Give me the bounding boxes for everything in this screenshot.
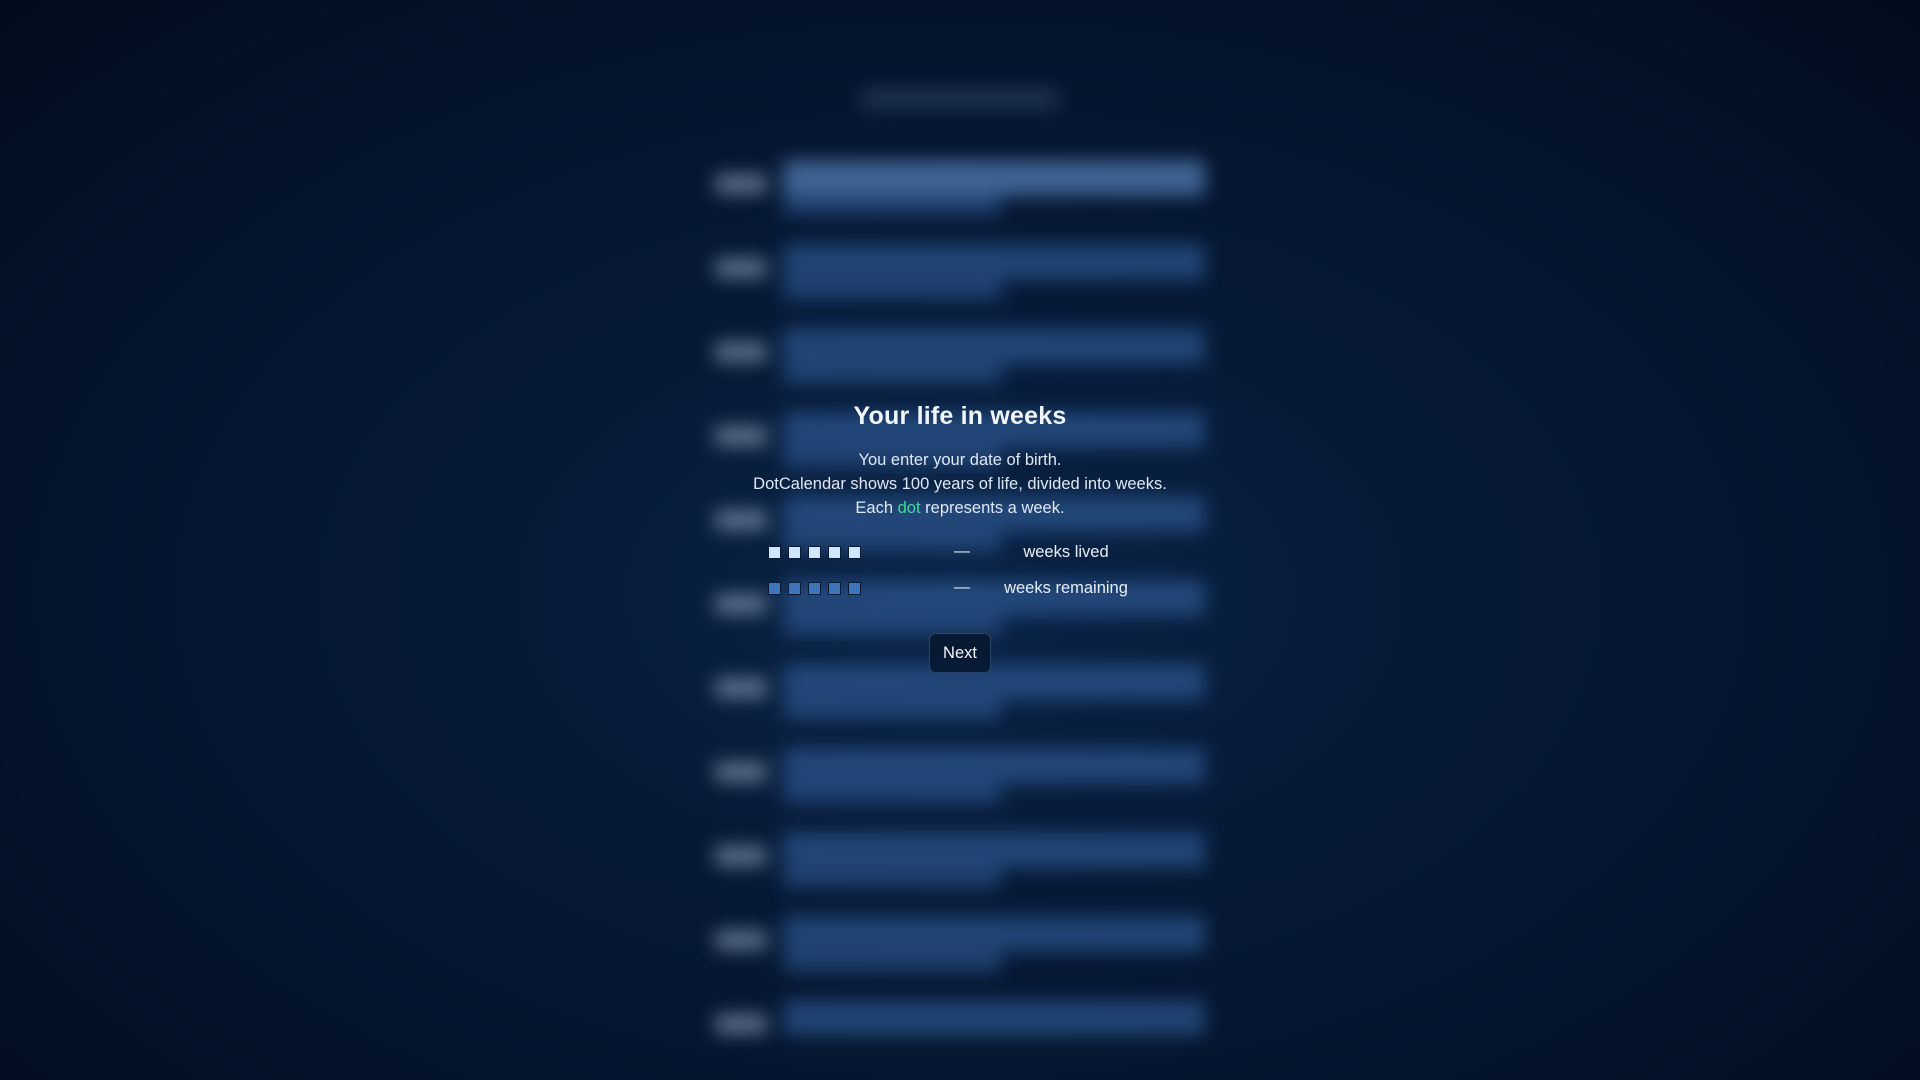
- description-text: represents a week.: [920, 499, 1065, 517]
- lived-week-dot: [808, 546, 821, 559]
- lived-week-dot: [788, 546, 801, 559]
- legend-remaining-label: weeks remaining: [1004, 579, 1128, 597]
- legend-dash: —: [954, 543, 970, 560]
- lived-week-dot: [828, 546, 841, 559]
- remaining-week-dot: [768, 582, 781, 595]
- onboarding-description-line: You enter your date of birth.: [858, 451, 1062, 469]
- remaining-week-dot: [828, 582, 841, 595]
- onboarding-title: Your life in weeks: [853, 402, 1067, 430]
- legend-weeks-lived: — weeks lived: [768, 543, 1168, 563]
- lived-week-dot: [768, 546, 781, 559]
- lived-dots-sample: [768, 546, 868, 560]
- legend-dash: —: [954, 579, 970, 596]
- onboarding-description-line: DotCalendar shows 100 years of life, div…: [753, 475, 1167, 493]
- legend-weeks-remaining: — weeks remaining: [768, 579, 1168, 599]
- remaining-dots-sample: [768, 582, 868, 596]
- remaining-week-dot: [808, 582, 821, 595]
- dot-highlight-word: dot: [897, 499, 921, 517]
- remaining-week-dot: [848, 582, 861, 595]
- remaining-week-dot: [788, 582, 801, 595]
- lived-week-dot: [848, 546, 861, 559]
- app-root: Your life in weeks You enter your date o…: [0, 0, 1920, 1080]
- onboarding-overlay: Your life in weeks You enter your date o…: [0, 0, 1920, 1080]
- description-text: Each: [855, 499, 898, 517]
- next-button[interactable]: Next: [929, 633, 991, 673]
- legend-lived-label: weeks lived: [1023, 543, 1109, 561]
- onboarding-description-line: Each dot represents a week.: [0, 499, 1920, 518]
